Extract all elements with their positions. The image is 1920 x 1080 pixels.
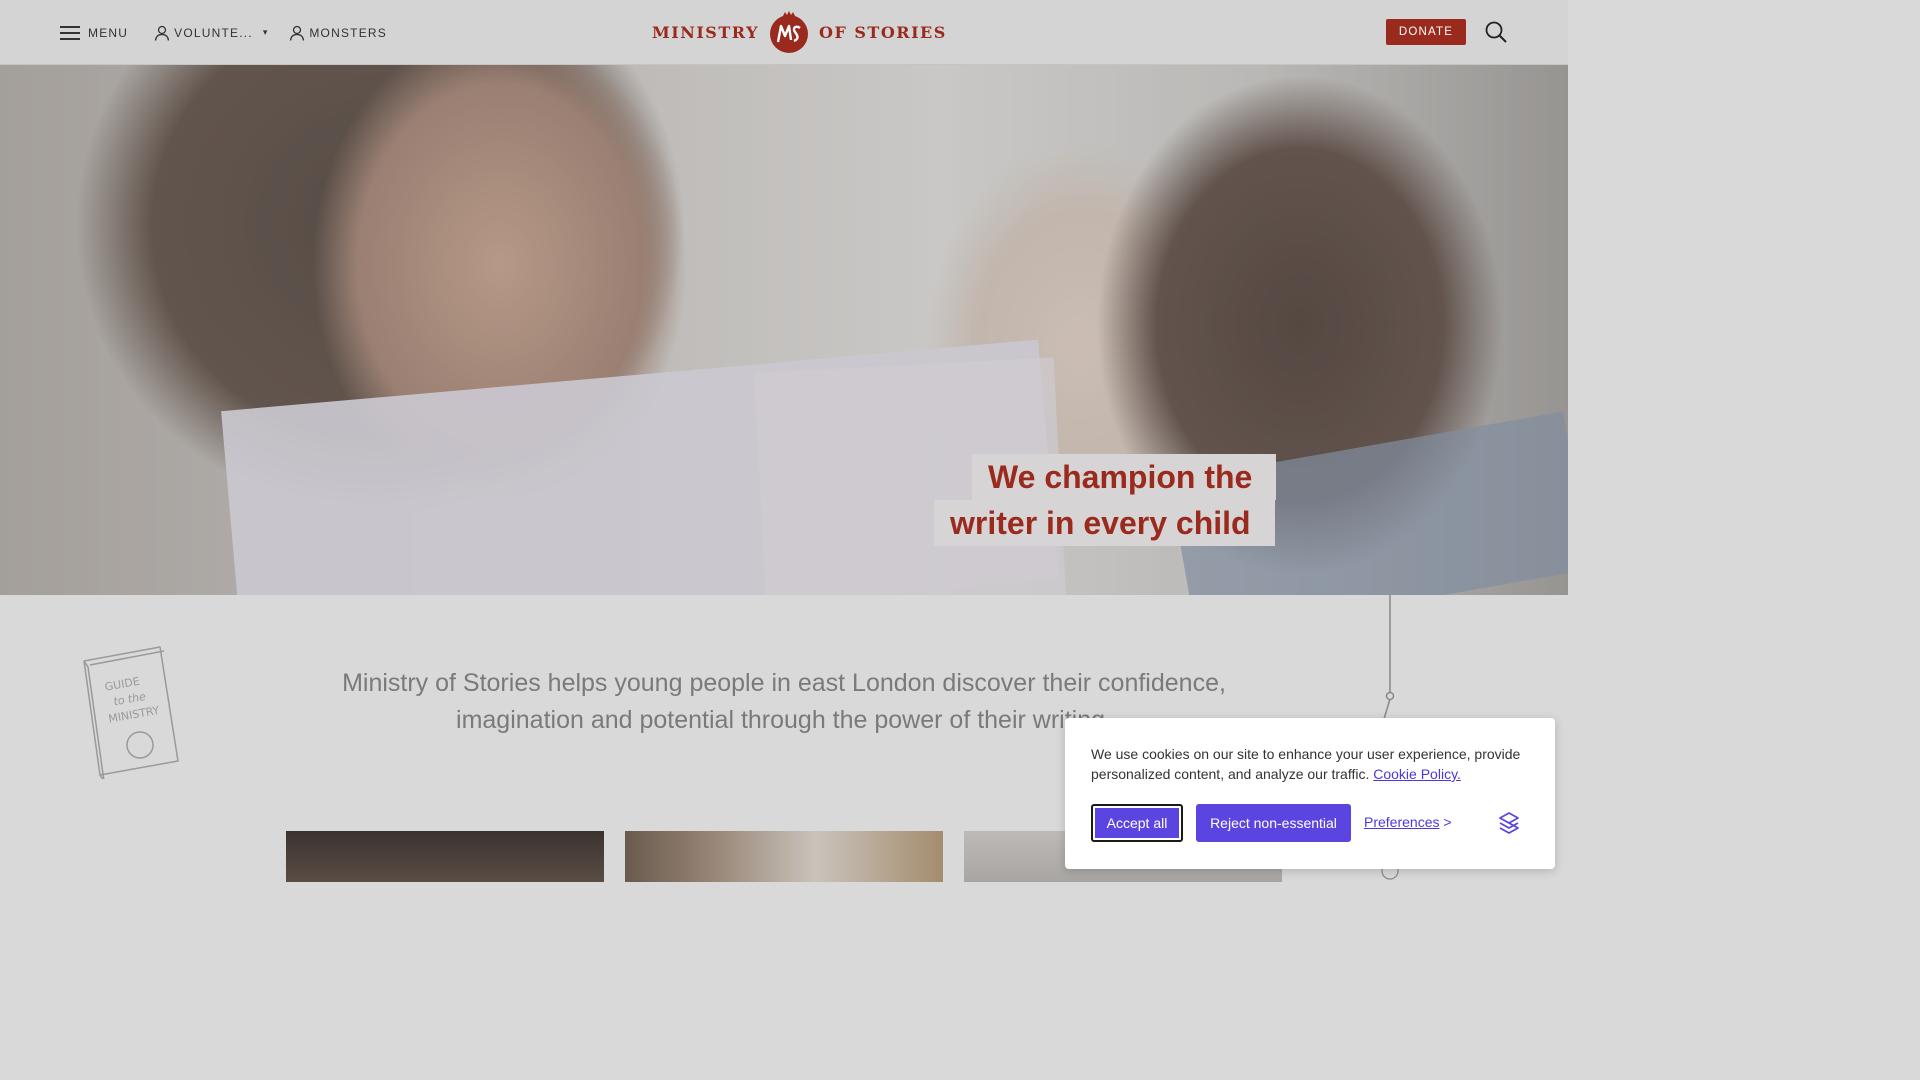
- hamburger-icon: [60, 25, 80, 40]
- guide-book-icon: GUIDE to the MINISTRY: [83, 646, 179, 779]
- monsters-link[interactable]: MONSTERS: [289, 25, 387, 41]
- header-nav: MENU VOLUNTE... ▾ MONSTERS: [60, 0, 387, 65]
- feature-card-image[interactable]: [286, 831, 604, 882]
- svg-text:to the: to the: [112, 690, 147, 709]
- reject-non-essential-button[interactable]: Reject non-essential: [1196, 804, 1351, 842]
- logo-text-right: OF STORIES: [819, 22, 947, 42]
- cookie-message: We use cookies on our site to enhance yo…: [1091, 744, 1521, 784]
- cookie-policy-link[interactable]: Cookie Policy.: [1373, 766, 1461, 782]
- feature-card-image[interactable]: [625, 831, 943, 882]
- menu-label: MENU: [88, 25, 129, 40]
- tagline-line-1: We champion the: [972, 454, 1277, 500]
- preferences-link[interactable]: Preferences >: [1364, 814, 1452, 830]
- tagline-line-2: writer in every child: [934, 500, 1275, 546]
- volunteers-label: VOLUNTE...: [174, 25, 253, 40]
- logo-badge-icon: [770, 11, 808, 53]
- accept-all-button[interactable]: Accept all: [1091, 804, 1183, 842]
- cookie-brand-icon[interactable]: [1497, 811, 1521, 835]
- volunteers-dropdown[interactable]: VOLUNTE... ▾: [154, 25, 267, 41]
- cookie-consent-banner: We use cookies on our site to enhance yo…: [1065, 718, 1555, 869]
- monsters-label: MONSTERS: [309, 25, 387, 40]
- menu-button[interactable]: MENU: [60, 25, 129, 40]
- logo-text-left: MINISTRY: [652, 22, 759, 42]
- donate-button[interactable]: DONATE: [1386, 19, 1466, 45]
- chevron-down-icon: ▾: [262, 27, 268, 37]
- user-icon: [290, 25, 305, 41]
- site-logo[interactable]: MINISTRY OF STORIES: [652, 10, 947, 54]
- hero-overlay: [0, 65, 1568, 595]
- chevron-right-icon: >: [1443, 814, 1452, 830]
- search-icon[interactable]: [1484, 20, 1508, 44]
- hero-banner: We champion the writer in every child: [0, 65, 1568, 595]
- user-icon: [154, 25, 170, 41]
- preferences-label: Preferences: [1364, 814, 1440, 830]
- site-header: MENU VOLUNTE... ▾ MONSTERS MINISTRY OF S: [0, 0, 1568, 65]
